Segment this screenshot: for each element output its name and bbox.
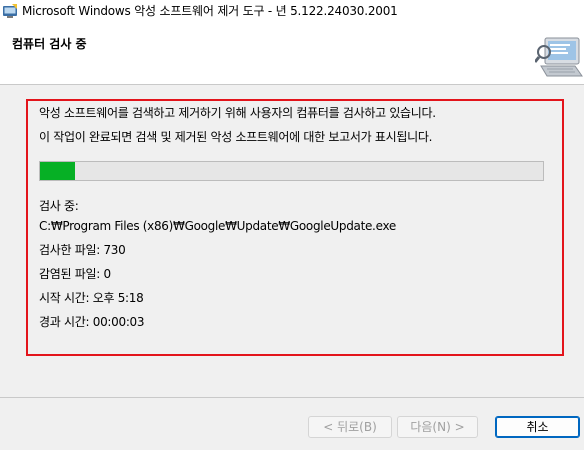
window-title: Microsoft Windows 악성 소프트웨어 제거 도구 - 년 5.1… xyxy=(22,4,398,18)
scanned-files-count: 검사한 파일: 730 xyxy=(39,243,126,257)
scanning-path: C:₩Program Files (x86)₩Google₩Update₩Goo… xyxy=(39,219,396,233)
cancel-button[interactable]: 취소 xyxy=(495,416,580,438)
progress-fill xyxy=(40,162,76,180)
description-line-1: 악성 소프트웨어를 검색하고 제거하기 위해 사용자의 컴퓨터를 검사하고 있습… xyxy=(39,106,436,120)
page-header: 컴퓨터 검사 중 xyxy=(0,22,584,85)
scanning-label: 검사 중: xyxy=(39,199,79,213)
description-line-2: 이 작업이 완료되면 검색 및 제거된 악성 소프트웨어에 대한 보고서가 표시… xyxy=(39,130,433,144)
page-title: 컴퓨터 검사 중 xyxy=(12,37,87,51)
infected-files-count: 감염된 파일: 0 xyxy=(39,267,111,281)
scanning-computer-icon xyxy=(535,37,583,77)
back-button[interactable]: < 뒤로(B) xyxy=(308,416,392,438)
scan-progress-bar xyxy=(39,161,544,181)
msrt-app-icon xyxy=(3,4,17,18)
title-bar: Microsoft Windows 악성 소프트웨어 제거 도구 - 년 5.1… xyxy=(0,0,584,22)
start-time: 시작 시간: 오후 5:18 xyxy=(39,291,144,305)
footer-divider xyxy=(0,397,584,398)
elapsed-time: 경과 시간: 00:00:03 xyxy=(39,315,145,329)
next-button[interactable]: 다음(N) > xyxy=(397,416,478,438)
